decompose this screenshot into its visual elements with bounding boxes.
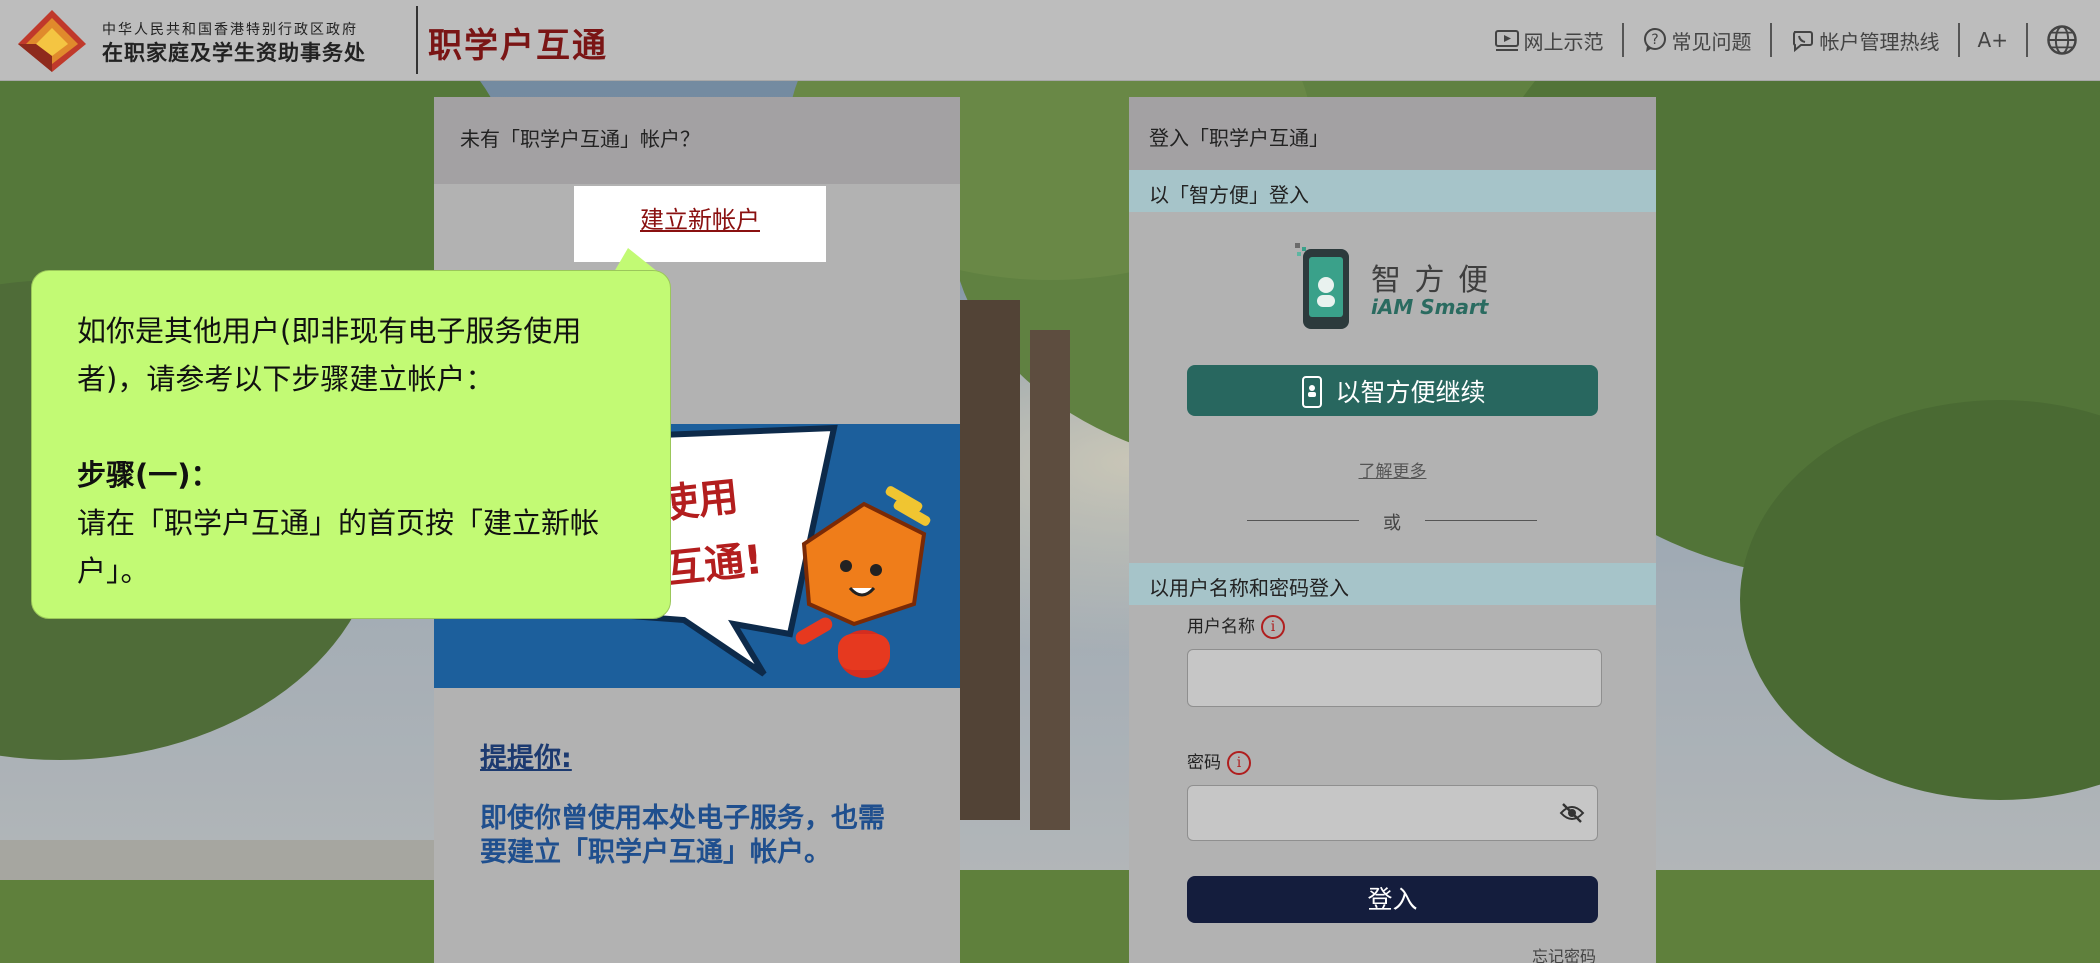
username-input[interactable] bbox=[1187, 649, 1602, 707]
language-switch[interactable] bbox=[2028, 24, 2100, 56]
username-label-row: 用户名称 i bbox=[1187, 612, 1285, 639]
nav-account-hotline[interactable]: 帐户管理热线 bbox=[1772, 26, 1958, 55]
hotline-icon bbox=[1792, 31, 1813, 53]
top-navigation: 网上示范 ? 常见问题 帐户管理热线 A+ bbox=[1476, 0, 2100, 80]
top-header: 中华人民共和国香港特别行政区政府 在职家庭及学生资助事务处 职学户互通 网上示范… bbox=[0, 0, 2100, 81]
login-panel: 登入「职学户互通」 以「智方便」登入 智 方 便 iAM Smart 以智方便继… bbox=[1129, 97, 1656, 963]
create-account-link[interactable]: 建立新帐户 bbox=[574, 200, 826, 235]
nav-online-demo[interactable]: 网上示范 bbox=[1476, 26, 1622, 55]
password-info-icon[interactable]: i bbox=[1227, 751, 1251, 775]
globe-icon bbox=[2047, 25, 2077, 55]
site-brand-title: 职学户互通 bbox=[428, 26, 608, 66]
promo-text-line2: 互通! bbox=[662, 536, 765, 593]
mascot-image bbox=[795, 486, 931, 678]
nav-online-demo-label: 网上示范 bbox=[1523, 29, 1604, 54]
font-size-label: A+ bbox=[1977, 28, 2008, 52]
learn-more-link[interactable]: 了解更多 bbox=[1129, 457, 1656, 482]
iam-smart-phone-icon bbox=[1295, 243, 1349, 329]
reminder-title: 提提你: bbox=[480, 743, 572, 774]
password-label: 密码 bbox=[1187, 753, 1221, 773]
password-input[interactable] bbox=[1187, 785, 1598, 841]
continue-with-iam-smart-label: 以智方便继续 bbox=[1335, 377, 1486, 407]
eye-slash-icon[interactable] bbox=[1559, 802, 1585, 824]
guide-tooltip: 如你是其他用户(即非现有电子服务使用者)，请参考以下步骤建立帐户： 步骤(一)：… bbox=[31, 270, 671, 619]
tooltip-step-body: 请在「职学户互通」的首页按「建立新帐户」。 bbox=[77, 506, 600, 588]
tooltip-intro: 如你是其他用户(即非现有电子服务使用者)，请参考以下步骤建立帐户： bbox=[77, 314, 582, 396]
password-login-section-header: 以用户名称和密码登入 bbox=[1129, 563, 1656, 605]
tooltip-text: 如你是其他用户(即非现有电子服务使用者)，请参考以下步骤建立帐户： 步骤(一)：… bbox=[77, 307, 647, 595]
or-text: 或 bbox=[1383, 513, 1401, 534]
department-name-line2: 在职家庭及学生资助事务处 bbox=[102, 41, 366, 65]
nav-faq-label: 常见问题 bbox=[1671, 29, 1752, 54]
font-size-toggle[interactable]: A+ bbox=[1960, 28, 2026, 52]
continue-with-iam-smart-button[interactable]: 以智方便继续 bbox=[1187, 365, 1598, 416]
reminder-text: 即使你曾使用本处电子服务，也需要建立「职学户互通」帐户。 bbox=[480, 803, 885, 868]
phone-icon bbox=[1302, 376, 1323, 408]
iam-smart-logo-en: iAM Smart bbox=[1371, 295, 1489, 319]
username-info-icon[interactable]: i bbox=[1261, 615, 1285, 639]
tooltip-pointer bbox=[614, 248, 658, 272]
create-account-highlight: 建立新帐户 bbox=[574, 186, 826, 262]
faq-icon: ? bbox=[1643, 28, 1666, 52]
emblem-logo bbox=[18, 10, 86, 72]
forgot-password-link[interactable]: 忘记密码 bbox=[1532, 943, 1596, 963]
iam-smart-section-header: 以「智方便」登入 bbox=[1129, 170, 1656, 212]
iam-smart-logo-cn: 智 方 便 bbox=[1371, 263, 1491, 298]
password-label-row: 密码 i bbox=[1187, 748, 1251, 775]
username-label: 用户名称 bbox=[1187, 617, 1255, 637]
or-line-right bbox=[1425, 520, 1537, 521]
iam-smart-logo: 智 方 便 iAM Smart bbox=[1295, 243, 1495, 333]
svg-text:?: ? bbox=[1651, 32, 1658, 48]
video-demo-icon bbox=[1494, 30, 1519, 51]
login-panel-title: 登入「职学户互通」 bbox=[1129, 97, 1656, 170]
header-divider bbox=[416, 6, 418, 74]
department-name-line1: 中华人民共和国香港特别行政区政府 bbox=[102, 22, 358, 38]
nav-faq[interactable]: ? 常见问题 bbox=[1624, 26, 1770, 55]
create-account-panel-title: 未有「职学户互通」帐户？ bbox=[434, 97, 960, 184]
tooltip-step-title: 步骤(一)： bbox=[77, 458, 220, 492]
login-button[interactable]: 登入 bbox=[1187, 876, 1598, 923]
nav-account-hotline-label: 帐户管理热线 bbox=[1819, 29, 1940, 54]
or-divider: 或 bbox=[1247, 509, 1537, 534]
